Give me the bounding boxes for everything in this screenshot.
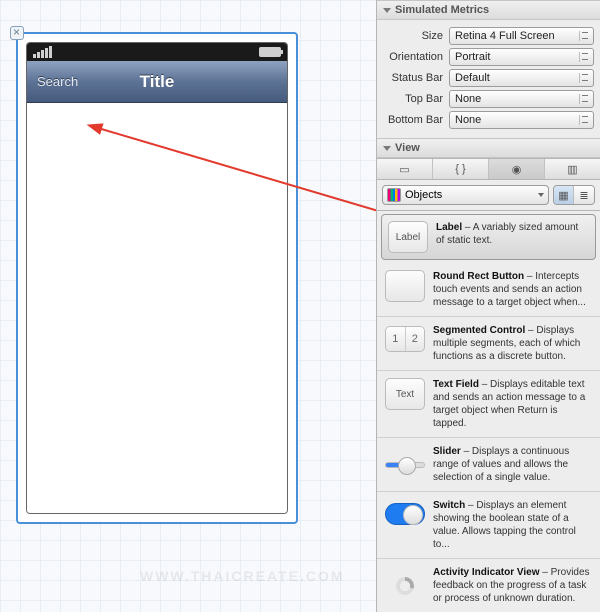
signal-icon <box>33 46 52 58</box>
simulated-metrics-group: Size Retina 4 Full Screen Orientation Po… <box>377 20 600 138</box>
object-library-tab-icon[interactable]: ◉ <box>489 159 545 179</box>
library-item-activity[interactable]: Activity Indicator View – Provides feedb… <box>377 559 600 612</box>
view-header[interactable]: View <box>377 138 600 158</box>
library-view-mode-segment[interactable]: ▦ ≣ <box>553 185 595 205</box>
interface-builder-canvas[interactable]: Search Title WWW.THAICREATE.COM <box>0 0 376 612</box>
library-item-text: Text Field – Displays editable text and … <box>433 378 592 430</box>
disclosure-triangle-icon[interactable] <box>383 146 391 151</box>
library-item-button[interactable]: Round Rect Button – Intercepts touch eve… <box>377 263 600 317</box>
library-category-popup[interactable]: Objects <box>382 185 549 205</box>
file-template-tab-icon[interactable]: ▭ <box>377 159 433 179</box>
navigation-bar[interactable]: Search Title <box>27 61 287 103</box>
library-item-text: Switch – Displays an element showing the… <box>433 499 592 551</box>
close-icon[interactable] <box>10 26 24 40</box>
view-controller-outline[interactable]: Search Title <box>16 32 298 524</box>
section-title: Simulated Metrics <box>395 4 489 16</box>
grid-view-icon[interactable]: ▦ <box>554 186 574 204</box>
size-label: Size <box>383 30 449 42</box>
nav-back-button[interactable]: Search <box>27 74 78 89</box>
activity-indicator-thumb <box>385 566 425 605</box>
bottombar-popup[interactable]: None <box>449 111 594 129</box>
textfield-thumb: Text <box>385 378 425 410</box>
topbar-label: Top Bar <box>383 93 449 105</box>
media-library-tab-icon[interactable]: ▥ <box>545 159 600 179</box>
library-item-label[interactable]: Label Label – A variably sized amount of… <box>381 214 596 260</box>
library-filter-bar: Objects ▦ ≣ <box>377 180 600 211</box>
view-content[interactable] <box>27 103 287 513</box>
code-snippet-tab-icon[interactable]: { } <box>433 159 489 179</box>
objects-swatch-icon <box>387 188 401 202</box>
orientation-label: Orientation <box>383 51 449 63</box>
label-thumb: Label <box>388 221 428 253</box>
library-item-textfield[interactable]: Text Text Field – Displays editable text… <box>377 371 600 438</box>
statusbar-label: Status Bar <box>383 72 449 84</box>
library-item-switch[interactable]: Switch – Displays an element showing the… <box>377 492 600 559</box>
list-view-icon[interactable]: ≣ <box>574 186 594 204</box>
topbar-popup[interactable]: None <box>449 90 594 108</box>
library-item-text: Slider – Displays a continuous range of … <box>433 445 592 484</box>
simulated-device-frame: Search Title <box>26 42 288 514</box>
switch-thumb <box>385 503 425 525</box>
library-toolbar: ▭ { } ◉ ▥ <box>377 158 600 180</box>
statusbar-popup[interactable]: Default <box>449 69 594 87</box>
slider-thumb <box>385 445 425 484</box>
library-item-text: Round Rect Button – Intercepts touch eve… <box>433 270 592 309</box>
library-item-slider[interactable]: Slider – Displays a continuous range of … <box>377 438 600 492</box>
status-bar <box>27 43 287 61</box>
library-item-text: Segmented Control – Displays multiple se… <box>433 324 592 363</box>
orientation-popup[interactable]: Portrait <box>449 48 594 66</box>
bottombar-label: Bottom Bar <box>383 114 449 126</box>
library-item-text: Label – A variably sized amount of stati… <box>436 221 589 253</box>
inspector-panel: Simulated Metrics Size Retina 4 Full Scr… <box>376 0 600 612</box>
library-item-text: Activity Indicator View – Provides feedb… <box>433 566 592 605</box>
watermark-text: WWW.THAICREATE.COM <box>140 568 345 584</box>
segmented-thumb: 12 <box>385 326 425 352</box>
object-library-list[interactable]: Label Label – A variably sized amount of… <box>377 211 600 612</box>
disclosure-triangle-icon[interactable] <box>383 8 391 13</box>
size-popup[interactable]: Retina 4 Full Screen <box>449 27 594 45</box>
button-thumb <box>385 270 425 302</box>
section-title: View <box>395 142 420 154</box>
simulated-metrics-header[interactable]: Simulated Metrics <box>377 0 600 20</box>
battery-icon <box>259 47 281 57</box>
library-item-segmented[interactable]: 12 Segmented Control – Displays multiple… <box>377 317 600 371</box>
library-category-label: Objects <box>405 189 442 201</box>
